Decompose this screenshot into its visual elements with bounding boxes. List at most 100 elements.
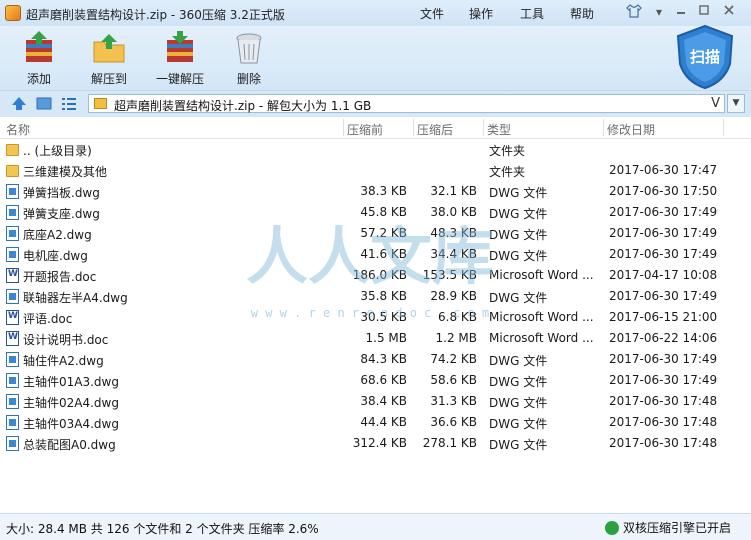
scan-label: 扫描 bbox=[689, 48, 720, 66]
file-row[interactable]: .. (上级目录) 文件夹 bbox=[0, 139, 751, 160]
skin-shirt-icon[interactable] bbox=[625, 4, 643, 20]
delete-label: 删除 bbox=[236, 72, 261, 86]
file-modified: 2017-06-30 17:49 bbox=[609, 226, 718, 240]
file-row[interactable]: 三维建模及其他 文件夹 2017-06-30 17:47 bbox=[0, 160, 751, 181]
column-divider[interactable] bbox=[603, 119, 604, 136]
file-modified: 2017-06-30 17:50 bbox=[609, 184, 718, 198]
file-modified: 2017-06-30 17:49 bbox=[609, 205, 718, 219]
toolbar: 添加 解压到 一键解压 删除 bbox=[0, 26, 751, 90]
file-type: DWG 文件 bbox=[489, 396, 548, 410]
extract-to-button[interactable]: 解压到 bbox=[86, 30, 132, 87]
file-modified: 2017-06-30 17:49 bbox=[609, 373, 718, 387]
file-name: 弹簧支座.dwg bbox=[23, 207, 100, 221]
file-name: .. (上级目录) bbox=[23, 144, 92, 158]
engine-status[interactable]: 双核压缩引擎已开启 bbox=[605, 519, 731, 536]
file-size-before: 186.0 KB bbox=[352, 268, 407, 282]
menu-operation[interactable]: 操作 bbox=[469, 5, 493, 22]
extract-folder-icon bbox=[91, 30, 127, 66]
folder-icon bbox=[6, 144, 19, 156]
file-modified: 2017-06-30 17:48 bbox=[609, 394, 718, 408]
column-divider[interactable] bbox=[343, 119, 344, 136]
list-view-icon[interactable] bbox=[60, 95, 78, 112]
column-name[interactable]: 名称 bbox=[6, 121, 30, 138]
column-modified[interactable]: 修改日期 bbox=[607, 121, 655, 138]
close-icon[interactable] bbox=[720, 4, 738, 20]
file-size-after: 34.4 KB bbox=[430, 247, 477, 261]
column-divider[interactable] bbox=[483, 119, 484, 136]
scan-button[interactable]: 扫描 bbox=[674, 24, 736, 90]
dwg-file-icon bbox=[6, 394, 19, 409]
dwg-file-icon bbox=[6, 352, 19, 367]
column-before[interactable]: 压缩前 bbox=[347, 121, 383, 138]
file-list: .. (上级目录) 文件夹 三维建模及其他 文件夹 2017-06-30 17:47 弹簧… bbox=[0, 139, 751, 454]
address-field[interactable]: 超声磨削装置结构设计.zip - 解包大小为 1.1 GB V bbox=[88, 94, 725, 113]
file-name: 联轴器左半A4.dwg bbox=[23, 291, 128, 305]
column-divider[interactable] bbox=[413, 119, 414, 136]
archive-summary: 大小: 28.4 MB 共 126 个文件和 2 个文件夹 压缩率 2.6% bbox=[6, 522, 319, 536]
file-size-before: 44.4 KB bbox=[360, 415, 407, 429]
address-path: 超声磨削装置结构设计.zip - 解包大小为 1.1 GB bbox=[114, 99, 372, 113]
dwg-file-icon bbox=[6, 373, 19, 388]
engine-label: 双核压缩引擎已开启 bbox=[623, 521, 732, 535]
one-click-extract-button[interactable]: 一键解压 bbox=[152, 30, 208, 87]
file-row[interactable]: 设计说明书.doc 1.5 MB 1.2 MB Microsoft Word ... 2… bbox=[0, 328, 751, 349]
file-name: 设计说明书.doc bbox=[23, 333, 109, 347]
file-type: DWG 文件 bbox=[489, 291, 548, 305]
dwg-file-icon bbox=[6, 415, 19, 430]
engine-icon bbox=[605, 521, 619, 535]
file-type: DWG 文件 bbox=[489, 249, 548, 263]
file-type: Microsoft Word ... bbox=[489, 310, 594, 324]
minimize-icon[interactable] bbox=[672, 4, 690, 20]
add-button[interactable]: 添加 bbox=[18, 30, 60, 87]
file-size-after: 48.3 KB bbox=[430, 226, 477, 240]
file-row[interactable]: 开题报告.doc 186.0 KB 153.5 KB Microsoft Word .… bbox=[0, 265, 751, 286]
column-divider[interactable] bbox=[723, 119, 724, 136]
menu-file[interactable]: 文件 bbox=[420, 5, 444, 22]
file-name: 弹簧挡板.dwg bbox=[23, 186, 100, 200]
column-type[interactable]: 类型 bbox=[487, 121, 511, 138]
file-row[interactable]: 轴住件A2.dwg 84.3 KB 74.2 KB DWG 文件 2017-06-30 … bbox=[0, 349, 751, 370]
maximize-icon[interactable] bbox=[695, 4, 713, 20]
file-row[interactable]: 弹簧挡板.dwg 38.3 KB 32.1 KB DWG 文件 2017-06-30 1… bbox=[0, 181, 751, 202]
file-name: 主轴件03A4.dwg bbox=[23, 417, 119, 431]
file-size-after: 38.0 KB bbox=[430, 205, 477, 219]
menu-help[interactable]: 帮助 bbox=[570, 5, 594, 22]
file-row[interactable]: 底座A2.dwg 57.2 KB 48.3 KB DWG 文件 2017-06-30 1… bbox=[0, 223, 751, 244]
file-modified: 2017-06-30 17:49 bbox=[609, 352, 718, 366]
file-type: DWG 文件 bbox=[489, 186, 548, 200]
address-dropdown-button[interactable]: ▼ bbox=[727, 94, 745, 113]
zip-file-icon bbox=[94, 98, 107, 109]
thumbnail-view-icon[interactable] bbox=[35, 95, 53, 112]
window-title: 超声磨削装置结构设计.zip - 360压缩 3.2正式版 bbox=[26, 8, 285, 22]
file-name: 总装配图A0.dwg bbox=[23, 438, 116, 452]
file-row[interactable]: 联轴器左半A4.dwg 35.8 KB 28.9 KB DWG 文件 2017-06-3… bbox=[0, 286, 751, 307]
file-row[interactable]: 主轴件02A4.dwg 38.4 KB 31.3 KB DWG 文件 2017-06-3… bbox=[0, 391, 751, 412]
file-size-before: 84.3 KB bbox=[360, 352, 407, 366]
file-row[interactable]: 弹簧支座.dwg 45.8 KB 38.0 KB DWG 文件 2017-06-30 1… bbox=[0, 202, 751, 223]
file-size-before: 45.8 KB bbox=[360, 205, 407, 219]
file-size-before: 38.3 KB bbox=[360, 184, 407, 198]
file-type: DWG 文件 bbox=[489, 354, 548, 368]
file-type: Microsoft Word ... bbox=[489, 331, 594, 345]
settings-dropdown-icon[interactable]: ▾ bbox=[650, 4, 668, 20]
delete-button[interactable]: 删除 bbox=[228, 30, 270, 87]
file-row[interactable]: 总装配图A0.dwg 312.4 KB 278.1 KB DWG 文件 2017-06-… bbox=[0, 433, 751, 454]
file-row[interactable]: 电机座.dwg 41.6 KB 34.4 KB DWG 文件 2017-06-30 17… bbox=[0, 244, 751, 265]
column-after[interactable]: 压缩后 bbox=[417, 121, 453, 138]
file-size-before: 41.6 KB bbox=[360, 247, 407, 261]
dwg-file-icon bbox=[6, 436, 19, 451]
file-modified: 2017-06-30 17:49 bbox=[609, 247, 718, 261]
menu-tools[interactable]: 工具 bbox=[520, 5, 544, 22]
file-row[interactable]: 评语.doc 30.5 KB 6.8 KB Microsoft Word ... 201… bbox=[0, 307, 751, 328]
file-size-after: 28.9 KB bbox=[430, 289, 477, 303]
dwg-file-icon bbox=[6, 289, 19, 304]
add-archive-icon bbox=[21, 30, 57, 66]
file-size-before: 30.5 KB bbox=[360, 310, 407, 324]
file-modified: 2017-06-22 14:06 bbox=[609, 331, 718, 345]
file-row[interactable]: 主轴件03A4.dwg 44.4 KB 36.6 KB DWG 文件 2017-06-3… bbox=[0, 412, 751, 433]
file-type: DWG 文件 bbox=[489, 417, 548, 431]
file-size-after: 74.2 KB bbox=[430, 352, 477, 366]
file-row[interactable]: 主轴件01A3.dwg 68.6 KB 58.6 KB DWG 文件 2017-06-3… bbox=[0, 370, 751, 391]
up-arrow-icon[interactable] bbox=[10, 95, 28, 112]
file-type: 文件夹 bbox=[489, 165, 526, 179]
